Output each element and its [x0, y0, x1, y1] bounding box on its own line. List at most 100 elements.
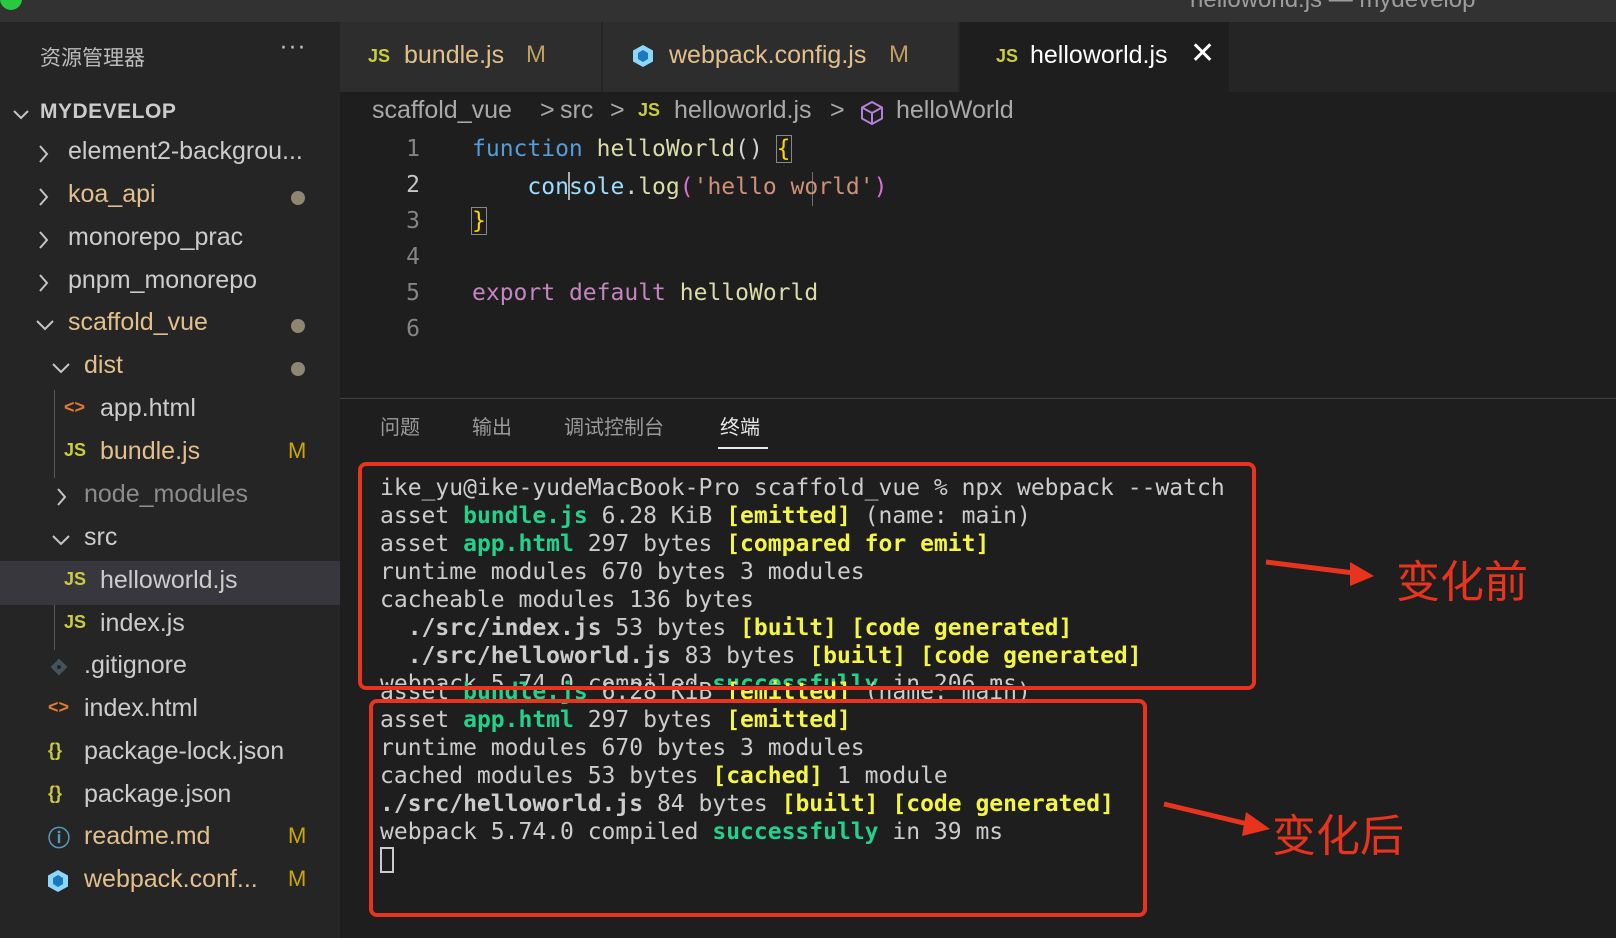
- tree-item-index-js[interactable]: JS index.js: [0, 604, 340, 648]
- breadcrumb-separator: >: [540, 96, 555, 124]
- code-text: export default helloWorld: [472, 280, 819, 306]
- line-number: 5: [406, 280, 420, 306]
- tree-item-scaffold-vue[interactable]: scaffold_vue: [0, 303, 340, 347]
- js-file-icon: JS: [64, 612, 87, 632]
- git-icon: [50, 658, 68, 676]
- tab-label: bundle.js: [404, 41, 505, 69]
- annotation-before-label: 变化前: [1396, 557, 1528, 608]
- active-tab-indicator: [718, 447, 768, 449]
- tab-problems[interactable]: 问题: [380, 411, 420, 440]
- breadcrumb-folder-scaffold-vue[interactable]: scaffold_vue: [372, 96, 512, 125]
- tree-item-src[interactable]: src: [0, 518, 340, 562]
- tree-item-index-html[interactable]: <> index.html: [0, 689, 340, 733]
- modified-dot: [291, 191, 305, 205]
- tab-label: helloworld.js: [1030, 41, 1168, 69]
- tree-item-node-modules[interactable]: node_modules: [0, 475, 340, 519]
- tree-item-bundle-js[interactable]: JS bundle.js M: [0, 432, 340, 476]
- chevron-down-icon: [36, 320, 54, 331]
- tree-item-readme[interactable]: ⓘ readme.md M: [0, 817, 340, 861]
- tree-item-element2[interactable]: element2-backgrou...: [0, 132, 340, 176]
- info-file-icon: ⓘ: [48, 826, 71, 851]
- tree-item-pnpm-monorepo[interactable]: pnpm_monorepo: [0, 261, 340, 305]
- tree-item-webpack-config[interactable]: webpack.conf... M: [0, 860, 340, 904]
- annotation-box-before: [358, 462, 1256, 690]
- chevron-right-icon: [57, 488, 67, 506]
- modified-badge: M: [288, 823, 307, 848]
- explorer-sidebar: 资源管理器 ··· MYDEVELOP element2-backgrou...…: [0, 22, 340, 938]
- breadcrumb-file[interactable]: helloworld.js: [674, 96, 812, 125]
- breadcrumb: scaffold_vue > src > JS helloworld.js > …: [340, 92, 1616, 134]
- modified-badge: M: [288, 438, 307, 463]
- tree-item-monorepo-prac[interactable]: monorepo_prac: [0, 218, 340, 262]
- more-actions-icon[interactable]: ···: [280, 36, 307, 61]
- breadcrumb-separator: >: [830, 96, 845, 124]
- code-text: console.log('hello world'): [527, 172, 888, 200]
- symbol-method-icon: [861, 100, 883, 126]
- code-line-4: 4: [340, 242, 1616, 278]
- code-editor[interactable]: 1 function helloWorld() { 2 console.log(…: [340, 134, 1616, 398]
- tree-item-label: index.html: [84, 694, 198, 722]
- tree-item-label: bundle.js: [100, 437, 201, 465]
- tree-item-package-lock[interactable]: {} package-lock.json: [0, 732, 340, 776]
- tree-item-package-json[interactable]: {} package.json: [0, 775, 340, 819]
- line-number: 1: [406, 136, 420, 162]
- chevron-down-icon: [13, 110, 29, 120]
- tree-item-app-html[interactable]: <> app.html: [0, 389, 340, 433]
- tab-debug-console[interactable]: 调试控制台: [564, 411, 664, 440]
- js-file-icon: JS: [64, 569, 87, 589]
- modified-dot: [291, 319, 305, 333]
- webpack-icon: [48, 870, 68, 892]
- code-text: function helloWorld() {: [472, 135, 792, 163]
- code-line-5: 5 export default helloWorld: [340, 278, 1616, 314]
- tree-item-label: .gitignore: [84, 651, 187, 679]
- tab-terminal[interactable]: 终端: [720, 411, 760, 440]
- tree-item-label: index.js: [100, 609, 185, 637]
- html-file-icon: <>: [64, 397, 86, 417]
- tree-item-helloworld-js[interactable]: JS helloworld.js: [0, 561, 340, 605]
- tree-item-label: src: [84, 523, 118, 551]
- breadcrumb-symbol[interactable]: helloWorld: [896, 96, 1014, 125]
- tab-output[interactable]: 输出: [472, 411, 512, 440]
- html-file-icon: <>: [48, 697, 70, 717]
- tab-label: webpack.config.js: [669, 41, 867, 69]
- tab-helloworld-js[interactable]: JS helloworld.js ✕: [960, 22, 1230, 92]
- window-title: helloworld.js — mydevelop: [1190, 0, 1475, 14]
- chevron-right-icon: [39, 188, 49, 206]
- explorer-title: 资源管理器: [40, 46, 145, 70]
- js-file-icon: JS: [638, 100, 661, 120]
- json-file-icon: {}: [48, 783, 63, 803]
- js-file-icon: JS: [64, 440, 87, 460]
- workspace-root[interactable]: MYDEVELOP: [0, 96, 340, 136]
- tab-webpack-config[interactable]: webpack.config.js M: [603, 22, 959, 92]
- tree-item-dist[interactable]: dist: [0, 346, 340, 390]
- chevron-right-icon: [39, 145, 49, 163]
- code-line-6: 6: [340, 314, 1616, 350]
- modified-badge: M: [889, 41, 909, 68]
- code-line-3: 3 }: [340, 206, 1616, 242]
- tree-item-label: scaffold_vue: [68, 308, 208, 336]
- tree-item-label: app.html: [100, 394, 196, 422]
- code-text: }: [471, 207, 487, 235]
- tree-item-label: helloworld.js: [100, 566, 238, 594]
- arrow-icon: [1265, 559, 1374, 586]
- tree-item-koa-api[interactable]: koa_api: [0, 175, 340, 219]
- breadcrumb-separator: >: [610, 96, 625, 124]
- tree-item-label: monorepo_prac: [68, 223, 244, 251]
- arrow-icon: [1163, 801, 1270, 836]
- tree-item-gitignore[interactable]: .gitignore: [0, 646, 340, 690]
- line-number: 2: [406, 172, 420, 198]
- tree-item-label: readme.md: [84, 822, 211, 850]
- tree-item-label: koa_api: [68, 180, 156, 208]
- modified-badge: M: [526, 41, 546, 68]
- tree-item-label: element2-backgrou...: [68, 137, 303, 165]
- chevron-right-icon: [39, 231, 49, 249]
- code-line-1: 1 function helloWorld() {: [340, 134, 1616, 170]
- window-close-button[interactable]: [0, 0, 22, 10]
- json-file-icon: {}: [48, 740, 63, 760]
- breadcrumb-folder-src[interactable]: src: [560, 96, 593, 125]
- js-file-icon: JS: [996, 46, 1019, 66]
- close-icon[interactable]: ✕: [1190, 36, 1215, 71]
- tab-bundle-js[interactable]: JS bundle.js M: [340, 22, 602, 92]
- chevron-down-icon: [52, 363, 70, 374]
- line-number: 3: [406, 208, 420, 234]
